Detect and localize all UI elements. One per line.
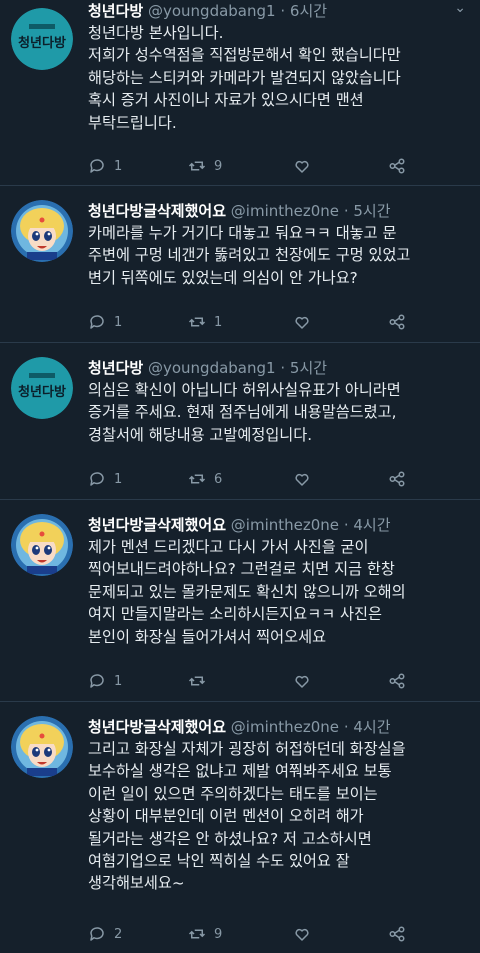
avatar[interactable]: 청년다방: [11, 8, 73, 70]
share-button[interactable]: [388, 313, 406, 331]
reply-button[interactable]: 2: [88, 925, 122, 943]
retweet-count: 9: [214, 158, 223, 174]
retweet-count: 6: [214, 471, 223, 487]
heart-icon: [295, 928, 309, 941]
share-icon: [389, 673, 405, 689]
tweet-text: 의심은 확신이 아닙니다 허위사실유표가 아니라면 증거를 주세요. 현재 점주…: [88, 381, 401, 444]
tweet-header: 청년다방글삭제했어요 @iminthez0ne · 4시간: [88, 514, 466, 536]
avatar[interactable]: [11, 716, 73, 778]
user-handle[interactable]: @youngdabang1: [148, 2, 276, 20]
like-button[interactable]: [293, 470, 319, 488]
svg-text:청년다방: 청년다방: [18, 35, 66, 51]
retweet-icon: [188, 161, 206, 171]
share-button[interactable]: [388, 470, 406, 488]
like-button[interactable]: [293, 157, 319, 175]
share-button[interactable]: [388, 925, 406, 943]
retweet-count: 1: [214, 314, 223, 330]
tweet-header: 청년다방 @youngdabang1 · 6시간: [88, 0, 466, 22]
youngdabang-logo: 청년다방: [11, 357, 73, 419]
display-name[interactable]: 청년다방글삭제했어요: [88, 516, 226, 534]
share-button[interactable]: [388, 672, 406, 690]
reply-icon: [90, 927, 104, 941]
display-name[interactable]: 청년다방: [88, 359, 143, 377]
sailor-moon-avatar: [11, 200, 73, 262]
retweet-button[interactable]: 9: [188, 157, 222, 175]
share-icon: [389, 471, 405, 487]
tweet-text: 카메라를 누가 거기다 대놓고 둬요ㅋㅋ 대놓고 문 주변에 구멍 네갠가 뚫려…: [88, 224, 411, 287]
heart-icon: [295, 675, 309, 688]
reply-icon: [90, 159, 104, 173]
heart-icon: [295, 160, 309, 173]
tweet-text: 제가 멘션 드리겠다고 다시 가서 사진을 굳이 찍어보내드려야하나요? 그런걸…: [88, 538, 406, 646]
user-handle[interactable]: @iminthez0ne: [231, 516, 339, 534]
share-button[interactable]: [388, 157, 406, 175]
reply-button[interactable]: 1: [88, 157, 122, 175]
timestamp[interactable]: · 5시간: [280, 359, 327, 377]
timestamp[interactable]: · 5시간: [344, 202, 391, 220]
tweet-header: 청년다방글삭제했어요 @iminthez0ne · 4시간: [88, 716, 466, 738]
timestamp[interactable]: · 4시간: [344, 516, 391, 534]
timestamp[interactable]: · 6시간: [280, 2, 327, 20]
tweet-text: 그리고 화장실 자체가 굉장히 허접하던데 화장실을 보수하실 생각은 없냐고 …: [88, 740, 406, 893]
display-name[interactable]: 청년다방: [88, 2, 143, 20]
reply-button[interactable]: 1: [88, 313, 122, 331]
like-button[interactable]: [293, 925, 319, 943]
share-icon: [389, 926, 405, 942]
tweet-actions: 1 9: [88, 157, 466, 177]
tweet-text: 청년다방 본사입니다. 저희가 성수역점을 직접방문해서 확인 했습니다만 해당…: [88, 24, 401, 132]
retweet-icon: [188, 474, 206, 484]
youngdabang-logo: 청년다방: [11, 8, 73, 70]
retweet-icon: [188, 929, 206, 939]
retweet-button[interactable]: 9: [188, 925, 222, 943]
user-handle[interactable]: @iminthez0ne: [231, 202, 339, 220]
like-button[interactable]: [293, 313, 319, 331]
tweet[interactable]: 청년다방글삭제했어요 @iminthez0ne · 4시간 제가 멘션 드리겠다…: [0, 500, 480, 702]
user-handle[interactable]: @iminthez0ne: [231, 718, 339, 736]
retweet-button[interactable]: [188, 672, 214, 690]
reply-count: 1: [114, 158, 123, 174]
retweet-count: 9: [214, 926, 223, 942]
reply-button[interactable]: 1: [88, 672, 122, 690]
tweet[interactable]: 청년다방 청년다방 @youngdabang1 · 5시간 의심은 확신이 아닙…: [0, 343, 480, 500]
retweet-icon: [188, 676, 206, 686]
share-icon: [389, 158, 405, 174]
reply-button[interactable]: 1: [88, 470, 122, 488]
timestamp[interactable]: · 4시간: [344, 718, 391, 736]
retweet-button[interactable]: 6: [188, 470, 222, 488]
avatar[interactable]: 청년다방: [11, 357, 73, 419]
retweet-button[interactable]: 1: [188, 313, 222, 331]
tweet[interactable]: 청년다방글삭제했어요 @iminthez0ne · 4시간 그리고 화장실 자체…: [0, 702, 480, 953]
heart-icon: [295, 316, 309, 329]
reply-icon: [90, 315, 104, 329]
display-name[interactable]: 청년다방글삭제했어요: [88, 202, 226, 220]
user-handle[interactable]: @youngdabang1: [148, 359, 276, 377]
tweet-actions: 2 9: [88, 925, 466, 945]
tweet-actions: 1 6: [88, 470, 466, 490]
reply-icon: [90, 674, 104, 688]
reply-count: 1: [114, 471, 123, 487]
share-icon: [389, 314, 405, 330]
tweet[interactable]: 청년다방 청년다방 @youngdabang1 · 6시간 청년다방 본사입니다…: [0, 0, 480, 186]
sailor-moon-avatar: [11, 716, 73, 778]
svg-text:청년다방: 청년다방: [18, 384, 66, 400]
reply-count: 2: [114, 926, 123, 942]
tweet-actions: 1: [88, 672, 466, 692]
reply-count: 1: [114, 314, 123, 330]
heart-icon: [295, 473, 309, 486]
retweet-icon: [188, 317, 206, 327]
tweet[interactable]: 청년다방글삭제했어요 @iminthez0ne · 5시간 카메라를 누가 거기…: [0, 186, 480, 343]
tweet-header: 청년다방 @youngdabang1 · 5시간: [88, 357, 466, 379]
avatar[interactable]: [11, 200, 73, 262]
reply-count: 1: [114, 673, 123, 689]
sailor-moon-avatar: [11, 514, 73, 576]
like-button[interactable]: [293, 672, 319, 690]
avatar[interactable]: [11, 514, 73, 576]
tweet-header: 청년다방글삭제했어요 @iminthez0ne · 5시간: [88, 200, 466, 222]
tweet-actions: 1 1: [88, 313, 466, 333]
display-name[interactable]: 청년다방글삭제했어요: [88, 718, 226, 736]
chevron-down-icon[interactable]: ⌄: [454, 0, 466, 16]
reply-icon: [90, 472, 104, 486]
